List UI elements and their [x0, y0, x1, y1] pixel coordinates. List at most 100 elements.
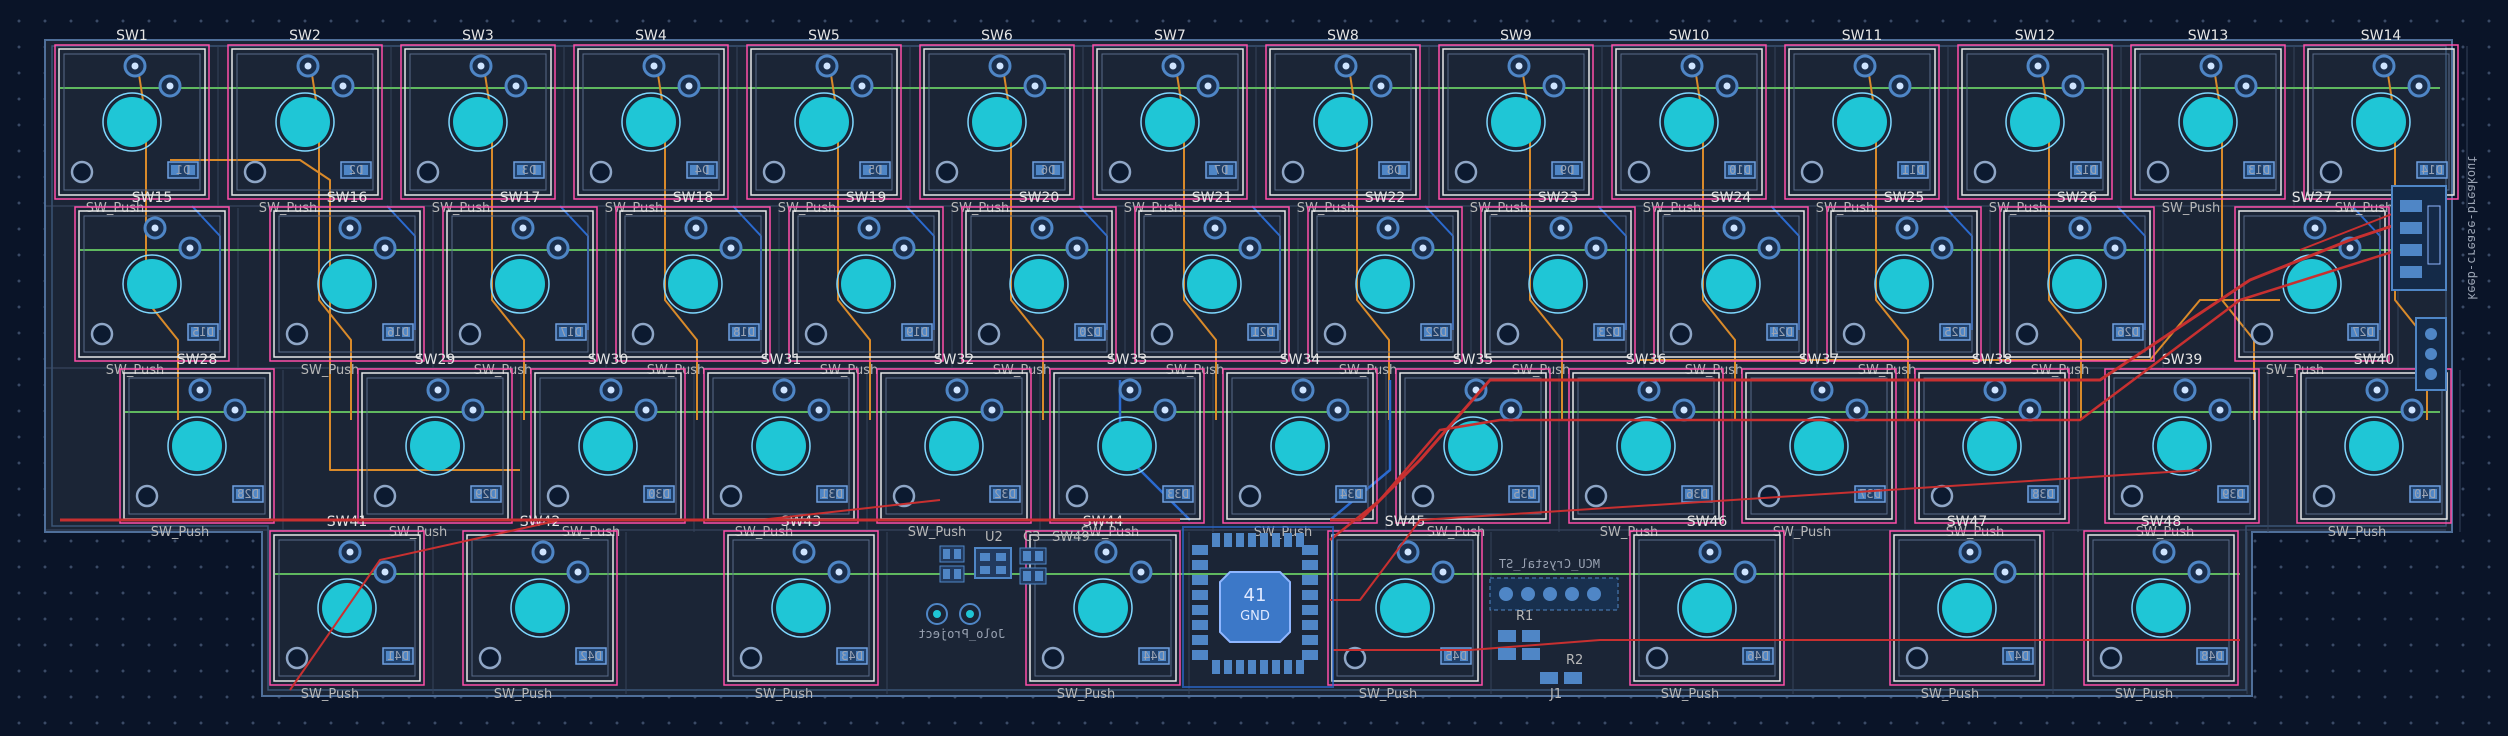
- mount-hole: [1323, 322, 1347, 346]
- mount-hole: [719, 484, 743, 508]
- key-value: SW_Push: [301, 363, 359, 378]
- switch-pin-hole: [1861, 62, 1869, 70]
- center-hole: [1942, 583, 1992, 633]
- center-hole: [1664, 97, 1714, 147]
- switch-pin-hole: [1938, 244, 1946, 252]
- key-ref: SW13: [2188, 28, 2229, 44]
- switch-pin-hole: [685, 82, 693, 90]
- diode-ref: D5: [868, 163, 882, 177]
- mount-hole: [1496, 322, 1520, 346]
- key-value: SW_Push: [1427, 525, 1485, 540]
- mcu-pad: [1272, 533, 1280, 547]
- center-hole: [841, 259, 891, 309]
- switch-pin-hole: [554, 244, 562, 252]
- switch-pin-hole: [1592, 244, 1600, 252]
- mount-hole: [2319, 160, 2343, 184]
- diode-ref: D29: [475, 487, 497, 501]
- mount-hole: [478, 646, 502, 670]
- center-hole: [929, 421, 979, 471]
- diode-ref: D36: [1686, 487, 1708, 501]
- side-connector: [2415, 317, 2447, 391]
- switch-pin-hole: [1723, 82, 1731, 90]
- diode-ref: D17: [560, 325, 582, 339]
- diode-ref: D14: [2421, 163, 2443, 177]
- mcu-pad: [1212, 660, 1220, 674]
- mcu-pad: [1302, 620, 1318, 630]
- switch-pin-hole: [835, 568, 843, 576]
- switch-pin-hole: [650, 62, 658, 70]
- switch-pin-hole: [1903, 224, 1911, 232]
- mcu-pad: [1302, 635, 1318, 645]
- mount-hole: [1454, 160, 1478, 184]
- mount-hole: [1905, 646, 1929, 670]
- center-hole: [2349, 421, 2399, 471]
- diode-ref: D22: [1425, 325, 1447, 339]
- mount-hole: [285, 646, 309, 670]
- mount-hole: [1669, 322, 1693, 346]
- switch-pin-hole: [381, 244, 389, 252]
- mcu-net-label: GND: [1240, 609, 1270, 624]
- mcu-pad: [1302, 590, 1318, 600]
- mount-hole: [1065, 484, 1089, 508]
- mount-hole: [70, 160, 94, 184]
- key-ref: SW7: [1154, 28, 1186, 44]
- switch-pin-hole: [2195, 568, 2203, 576]
- switch-pin-hole: [2346, 244, 2354, 252]
- key-ref: SW16: [327, 190, 368, 206]
- mirrored-text-project: keeb-crease-breakout: [2465, 156, 2479, 301]
- mount-hole: [90, 322, 114, 346]
- mount-hole: [1757, 484, 1781, 508]
- switch-pin-hole: [800, 548, 808, 556]
- key-ref: SW38: [1972, 352, 2013, 368]
- mcu-pad: [1248, 533, 1256, 547]
- key-ref: SW37: [1799, 352, 1840, 368]
- switch-pin-hole: [346, 548, 354, 556]
- mcu-pad: [1302, 560, 1318, 570]
- switch-pin-hole: [1818, 386, 1826, 394]
- mcu-pin-number: 41: [1244, 585, 1267, 606]
- switch-pin-hole: [2076, 224, 2084, 232]
- key-value: SW_Push: [1470, 201, 1528, 216]
- diode-ref: D9: [1560, 163, 1574, 177]
- key-value: SW_Push: [474, 363, 532, 378]
- center-hole: [495, 259, 545, 309]
- center-hole: [515, 583, 565, 633]
- switch-pin-hole: [339, 82, 347, 90]
- key-value: SW_Push: [820, 363, 878, 378]
- mcu-pad: [1236, 533, 1244, 547]
- key-ref: SW15: [132, 190, 173, 206]
- switch-pin-hole: [2242, 82, 2250, 90]
- switch-pin-hole: [1645, 386, 1653, 394]
- key-ref: SW44: [1083, 514, 1124, 530]
- center-hole: [583, 421, 633, 471]
- mcu-pad: [1272, 660, 1280, 674]
- switch-pin-hole: [1102, 548, 1110, 556]
- diode-ref: D43: [841, 649, 863, 663]
- switch-pin-hole: [1680, 406, 1688, 414]
- switch-pin-hole: [815, 406, 823, 414]
- center-hole: [1318, 97, 1368, 147]
- key-ref: SW3: [462, 28, 494, 44]
- switch-pin-hole: [1741, 568, 1749, 576]
- diode-ref: D26: [2117, 325, 2139, 339]
- center-hole: [668, 259, 718, 309]
- center-hole: [776, 583, 826, 633]
- switch-pin-hole: [1706, 548, 1714, 556]
- switch-pin-hole: [2181, 386, 2189, 394]
- switch-pin-hole: [1439, 568, 1447, 576]
- mcu-pad: [1296, 533, 1304, 547]
- label-c3: C3: [1023, 530, 1040, 545]
- key-ref: SW41: [327, 514, 368, 530]
- mount-hole: [589, 160, 613, 184]
- key-ref: SW29: [415, 352, 456, 368]
- key-ref: SW34: [1280, 352, 1321, 368]
- mirrored-text-logo: Jolo_Project: [918, 627, 1005, 641]
- mount-hole: [935, 160, 959, 184]
- mount-hole: [1842, 322, 1866, 346]
- diode-ref: D37: [1859, 487, 1881, 501]
- key-ref: SW22: [1365, 190, 1406, 206]
- mcu-pad: [1192, 635, 1208, 645]
- diode-ref: D10: [1729, 163, 1751, 177]
- diode-ref: D7: [1214, 163, 1228, 177]
- mount-hole: [2015, 322, 2039, 346]
